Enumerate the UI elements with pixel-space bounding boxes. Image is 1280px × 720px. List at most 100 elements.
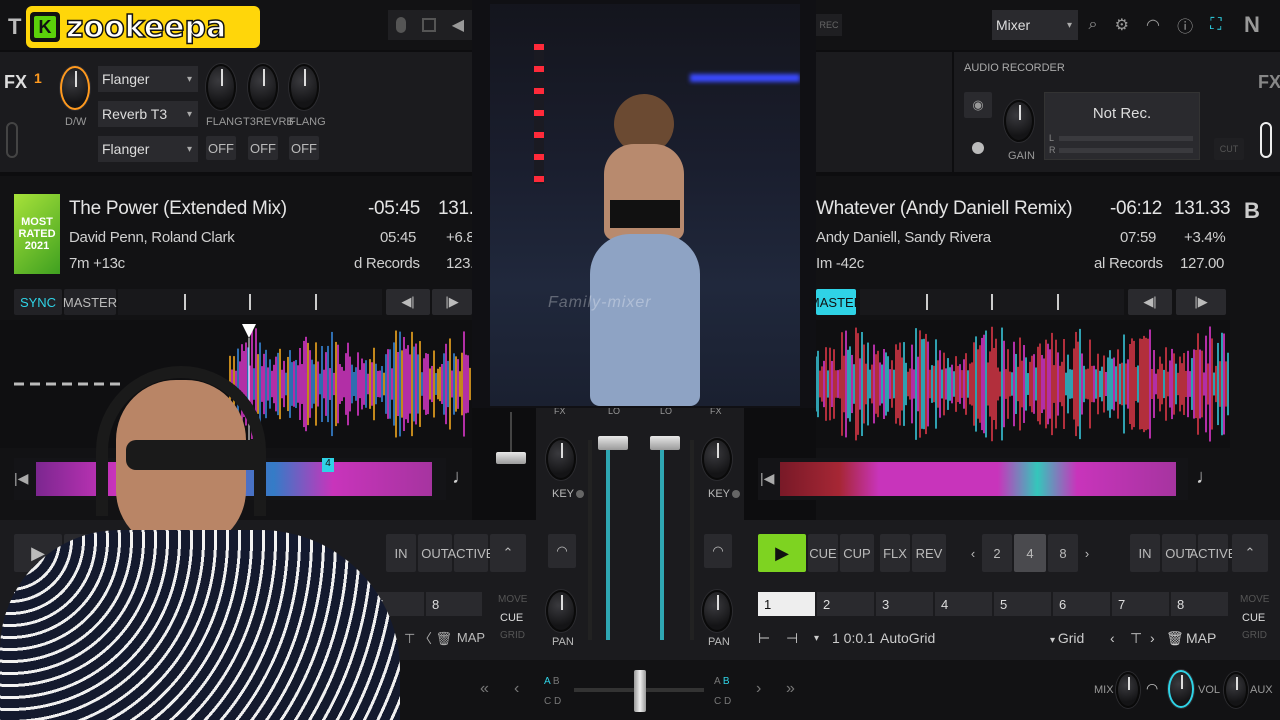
key-knob-b[interactable] — [702, 438, 732, 480]
fx-toggle-2[interactable]: OFF — [248, 136, 278, 160]
gear-icon[interactable]: ⚙ — [1115, 15, 1129, 35]
mix-knob[interactable] — [1116, 672, 1140, 708]
fx-unit-number[interactable]: 1 — [34, 70, 42, 86]
assign-right-a[interactable]: A — [714, 676, 720, 687]
record-button[interactable] — [972, 142, 984, 154]
crossfader-next-fast[interactable]: » — [786, 680, 795, 698]
deck-b-cue-pad-6[interactable]: 6 — [1053, 592, 1110, 616]
assign-right-d[interactable]: D — [724, 696, 731, 707]
grid-set-icon[interactable]: ⊢ — [758, 630, 786, 647]
fx-slot-3[interactable]: Flanger ▾ — [98, 136, 198, 162]
deck-b-grid-select[interactable]: ▾ Grid — [1050, 630, 1110, 646]
speaker-icon[interactable]: ◀ — [452, 15, 464, 35]
crossfader-assign-right[interactable]: A B C D — [714, 672, 738, 712]
deck-b-autogrid[interactable]: AutoGrid — [880, 630, 1050, 646]
deck-b-map-button[interactable]: MAP — [1186, 630, 1216, 646]
deck-b-cup-button[interactable]: CUP — [840, 534, 874, 572]
deck-a-master-button[interactable]: MASTER — [63, 289, 117, 315]
deck-b-flx-button[interactable]: FLX — [880, 534, 910, 572]
search-icon[interactable]: ⌕ — [1089, 16, 1098, 34]
crossfader-prev[interactable]: ‹ — [514, 680, 519, 698]
deck-a-loop-active[interactable]: ACTIVE — [448, 534, 494, 572]
deck-b-loop-next[interactable]: › — [1080, 534, 1094, 572]
deck-b-loop-in[interactable]: IN — [1130, 534, 1160, 572]
trash-icon[interactable]: 🗑 — [1166, 630, 1186, 647]
deck-b-rev-button[interactable]: REV — [912, 534, 946, 572]
deck-a-cue-pad-8[interactable]: 8 — [426, 592, 482, 616]
vol-knob[interactable] — [1168, 670, 1194, 708]
fx-knob-3[interactable] — [289, 64, 319, 110]
note-icon-b[interactable]: ♩ — [1196, 466, 1216, 489]
view-select[interactable]: Mixer ▾ — [992, 10, 1078, 40]
deck-b-move-cue[interactable]: CUE — [1242, 612, 1265, 624]
grid-icon[interactable] — [421, 18, 436, 32]
headphone-cue-b[interactable]: ◠ — [704, 534, 732, 568]
channel-b-fader[interactable] — [650, 436, 680, 450]
deck-b-loop-4[interactable]: 4 — [1014, 534, 1046, 572]
aux-knob[interactable] — [1224, 672, 1248, 708]
cut-button[interactable]: CUT — [1214, 138, 1244, 160]
broadcast-icon[interactable]: ◉ — [964, 92, 992, 118]
deck-a-collapse[interactable]: ⌃ — [490, 534, 526, 572]
key-knob-a[interactable] — [546, 438, 576, 480]
fx-toggle-3[interactable]: OFF — [289, 136, 319, 160]
pan-knob-b[interactable] — [702, 590, 732, 632]
deck-a-map-button[interactable]: MAP — [456, 624, 486, 650]
deck-b-cue-pad-1[interactable]: 1 — [758, 592, 815, 616]
rec-indicator[interactable]: REC — [816, 14, 842, 36]
deck-a-move-cue[interactable]: CUE — [500, 612, 523, 624]
deck-a-move-grid[interactable]: GRID — [500, 630, 525, 641]
grid-dropdown-icon[interactable]: ▾ — [814, 633, 832, 644]
pan-knob-a[interactable] — [546, 590, 576, 632]
deck-b-nudge-forward[interactable]: |▶ — [1176, 289, 1226, 315]
channel-a-fader[interactable] — [598, 436, 628, 450]
grid-prev-icon[interactable]: ‹ — [1110, 630, 1130, 646]
crossfader-prev-fast[interactable]: « — [480, 680, 489, 698]
assign-right-b[interactable]: B — [723, 676, 730, 687]
crossfader-next[interactable]: › — [756, 680, 761, 698]
grid-next-icon[interactable]: › — [1150, 630, 1166, 646]
assign-right-c[interactable]: C — [714, 696, 721, 707]
assign-left-b[interactable]: B — [553, 676, 560, 687]
fx-side-toggle-left[interactable] — [6, 122, 18, 158]
fx-slot-2[interactable]: Reverb T3 ▾ — [98, 101, 198, 127]
assign-left-d[interactable]: D — [554, 696, 561, 707]
mic-icon[interactable] — [395, 17, 406, 33]
grid-adjust-icon[interactable]: ⊣ — [786, 630, 814, 647]
fx-toggle-1[interactable]: OFF — [206, 136, 236, 160]
deck-b-cue-pad-5[interactable]: 5 — [994, 592, 1051, 616]
deck-b-cue-pad-4[interactable]: 4 — [935, 592, 992, 616]
fx-slot-1[interactable]: Flanger ▾ — [98, 66, 198, 92]
headphone-cue-a[interactable]: ◠ — [548, 534, 576, 568]
deck-b-loop-2[interactable]: 2 — [982, 534, 1012, 572]
fullscreen-icon[interactable]: ⛶ — [1210, 16, 1221, 34]
deck-a-tempo-fader[interactable] — [496, 452, 526, 464]
deck-b-cue-pad-7[interactable]: 7 — [1112, 592, 1169, 616]
key-lock-b[interactable] — [732, 490, 740, 498]
fx-knob-2[interactable] — [248, 64, 278, 110]
deck-b-cue-pad-3[interactable]: 3 — [876, 592, 933, 616]
deck-b-cue-pad-2[interactable]: 2 — [817, 592, 874, 616]
fx-knob-1[interactable] — [206, 64, 236, 110]
deck-b-overview-back[interactable]: |◀ — [760, 470, 774, 487]
assign-left-a[interactable]: A — [544, 676, 550, 687]
deck-a-nudge-back[interactable]: ◀| — [386, 289, 430, 315]
headphones-icon[interactable]: ◠ — [1146, 15, 1160, 35]
key-lock-a[interactable] — [576, 490, 584, 498]
deck-a-sync-button[interactable]: SYNC — [14, 289, 62, 315]
deck-b-collapse[interactable]: ⌃ — [1232, 534, 1268, 572]
deck-b-master-button[interactable]: MASTER — [809, 289, 863, 315]
deck-b-cue-button[interactable]: CUE — [808, 534, 838, 572]
deck-a-nudge-forward[interactable]: |▶ — [432, 289, 472, 315]
deck-b-cue-pad-8[interactable]: 8 — [1171, 592, 1228, 616]
deck-b-loop-active[interactable]: ACTIVE — [1190, 534, 1236, 572]
note-icon[interactable]: ♩ — [452, 466, 472, 489]
deck-b-nudge-back[interactable]: ◀| — [1128, 289, 1172, 315]
info-icon[interactable]: ⓘ — [1177, 13, 1193, 37]
fx-side-toggle-right[interactable] — [1260, 122, 1272, 158]
deck-b-loop-prev[interactable]: ‹ — [966, 534, 980, 572]
deck-b-move-grid[interactable]: GRID — [1242, 630, 1267, 641]
crossfader-assign-left[interactable]: A B C D — [544, 672, 568, 712]
deck-b-play-button[interactable]: ▶ — [758, 534, 806, 572]
deck-a-grid-icons[interactable]: ⊤ 〈 🗑 — [404, 628, 452, 647]
